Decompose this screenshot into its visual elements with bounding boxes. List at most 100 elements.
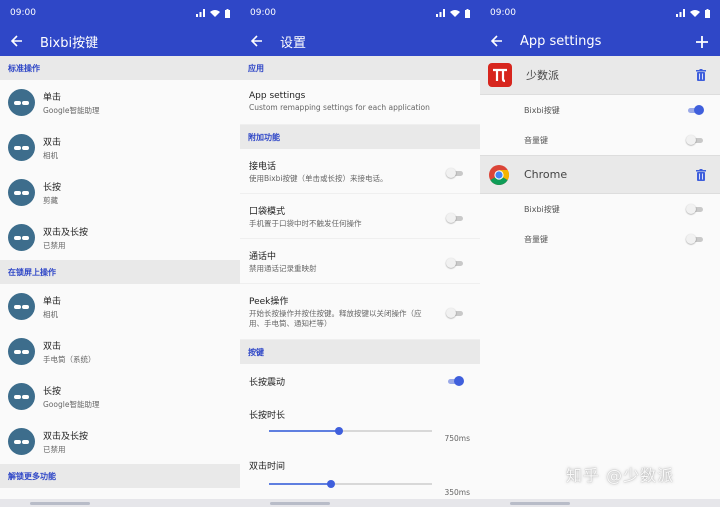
volume-key-toggle[interactable] xyxy=(686,135,704,145)
action-texts: 双击 相机 xyxy=(43,135,61,161)
section-header-standard: 标准操作 xyxy=(0,56,240,80)
status-icons xyxy=(196,8,230,18)
action-avatar-icon xyxy=(8,134,35,161)
long-press-time-value: 750ms xyxy=(444,434,470,443)
nav-handle[interactable] xyxy=(510,502,570,505)
extra-setting-item[interactable]: Peek操作开始长按操作并按住按键。释放按键以关闭操作（应用、手电筒、通知栏等） xyxy=(240,284,480,340)
long-press-vibrate-toggle[interactable] xyxy=(446,376,464,386)
status-time: 09:00 xyxy=(10,8,36,18)
action-subtitle: Google智能助理 xyxy=(43,399,100,409)
slider-thumb[interactable] xyxy=(326,480,335,488)
action-item[interactable]: 单击 Google智能助理 xyxy=(0,80,240,125)
action-title: 双击及长按 xyxy=(43,431,89,442)
section-header-extra: 附加功能 xyxy=(240,125,480,149)
page-title: App settings xyxy=(520,33,602,49)
double-click-time-value: 350ms xyxy=(444,488,470,497)
network-icon xyxy=(196,9,205,17)
extra-setting-item[interactable]: 通话中禁用通话记录重映射 xyxy=(240,239,480,284)
bixbi-toggle[interactable] xyxy=(686,105,704,115)
add-app-button[interactable] xyxy=(692,32,712,50)
bixbi-key-panel: 09:00 Bixbi按键 标准操作 单击 Google智能助理 双击 相机 长按 剪藏双… xyxy=(0,0,240,507)
back-button[interactable] xyxy=(488,32,506,50)
action-texts: 单击 Google智能助理 xyxy=(43,90,99,116)
long-press-time-item: 长按时长 750ms xyxy=(240,396,480,448)
trash-icon[interactable] xyxy=(696,69,706,81)
extra-setting-title: 口袋模式 xyxy=(249,207,286,217)
back-button[interactable] xyxy=(8,32,26,50)
app-settings-item[interactable]: App settings Custom remapping settings f… xyxy=(240,80,480,125)
row-label: Bixbi按键 xyxy=(524,105,560,115)
navigation-bar xyxy=(0,499,720,507)
status-icons xyxy=(436,8,470,18)
action-avatar-icon xyxy=(8,383,35,410)
action-item[interactable]: 双击 相机 xyxy=(0,125,240,170)
action-item[interactable]: 双击及长按 已禁用 xyxy=(0,215,240,260)
battery-icon xyxy=(465,8,470,18)
extra-setting-subtitle: 开始长按操作并按住按键。释放按键以关闭操作（应用、手电筒、通知栏等） xyxy=(249,309,422,328)
status-bar: 09:00 xyxy=(0,0,240,26)
action-texts: 双击及长按 已禁用 xyxy=(43,225,88,251)
battery-icon xyxy=(705,8,710,18)
extra-setting-toggle[interactable] xyxy=(446,212,464,223)
arrow-left-icon xyxy=(11,35,22,47)
section-header-unlock-more: 解锁更多功能 xyxy=(0,464,240,488)
nav-handle[interactable] xyxy=(270,502,330,505)
app-row-bixbi[interactable]: Bixbi按键 xyxy=(480,194,720,224)
extra-setting-title: 通话中 xyxy=(249,252,277,262)
extra-setting-toggle[interactable] xyxy=(446,167,464,178)
action-subtitle: 手电筒（系统） xyxy=(43,354,96,364)
app-row-volume[interactable]: 音量键 xyxy=(480,224,720,254)
action-item[interactable]: 双击 手电筒（系统） xyxy=(0,329,240,374)
app-header-sspai[interactable]: 少数派 xyxy=(480,56,720,95)
wifi-icon xyxy=(690,10,700,17)
extra-setting-subtitle: 禁用通话记录重映射 xyxy=(249,264,317,273)
wifi-icon xyxy=(210,10,220,17)
app-name: 少数派 xyxy=(526,69,559,82)
nav-handle[interactable] xyxy=(30,502,90,505)
long-press-time-title: 长按时长 xyxy=(249,411,286,421)
back-button[interactable] xyxy=(248,32,266,50)
extra-setting-item[interactable]: 口袋模式 手机置于口袋中时不触发任何操作 xyxy=(240,194,480,239)
extra-setting-item[interactable]: 接电话使用Bixbi按键（单击或长按）来接电话。 xyxy=(240,149,480,194)
extra-setting-subtitle: 使用Bixbi按键（单击或长按）来接电话。 xyxy=(249,174,388,183)
action-subtitle: Google智能助理 xyxy=(43,105,100,115)
page-title: 设置 xyxy=(280,35,307,51)
action-title: 双击 xyxy=(43,137,62,148)
double-click-time-item: 双击时间 350ms xyxy=(240,448,480,498)
status-icons xyxy=(676,8,710,18)
app-settings-title: App settings xyxy=(249,91,306,101)
action-item[interactable]: 长按 Google智能助理 xyxy=(0,374,240,419)
extra-setting-title: 接电话 xyxy=(249,162,277,172)
app-row-bixbi[interactable]: Bixbi按键 xyxy=(480,95,720,125)
row-label: Bixbi按键 xyxy=(524,204,560,214)
action-title: 双击及长按 xyxy=(43,227,89,238)
volume-key-toggle[interactable] xyxy=(686,234,704,244)
long-press-time-slider[interactable] xyxy=(269,427,432,435)
section-header-keys: 按键 xyxy=(240,340,480,364)
bixbi-toggle[interactable] xyxy=(686,204,704,214)
app-settings-panel: 09:00 App settings 少数派 Bixbi按键 音量键 Chrom… xyxy=(480,0,720,507)
slider-thumb[interactable] xyxy=(335,427,344,435)
chrome-logo-icon xyxy=(489,164,509,185)
action-item[interactable]: 双击及长按 已禁用 xyxy=(0,419,240,464)
extra-setting-toggle[interactable] xyxy=(446,257,464,268)
app-header-chrome[interactable]: Chrome xyxy=(480,155,720,194)
app-bar: Bixbi按键 xyxy=(0,26,240,56)
double-click-time-slider[interactable] xyxy=(269,480,432,488)
settings-panel: 09:00 设置 应用 App settings Custom remappin… xyxy=(240,0,480,507)
page-title: Bixbi按键 xyxy=(40,35,99,51)
extra-setting-toggle[interactable] xyxy=(446,308,464,318)
action-item[interactable]: 长按 剪藏 xyxy=(0,170,240,215)
action-title: 单击 xyxy=(43,296,62,307)
extra-setting-title: Peek操作 xyxy=(249,297,289,307)
action-texts: 单击 相机 xyxy=(43,294,61,320)
trash-icon[interactable] xyxy=(696,169,706,181)
action-subtitle: 剪藏 xyxy=(43,195,58,205)
action-title: 单击 xyxy=(43,92,62,103)
app-row-volume[interactable]: 音量键 xyxy=(480,125,720,155)
action-item[interactable]: 单击 相机 xyxy=(0,284,240,329)
action-subtitle: 相机 xyxy=(43,309,58,319)
long-press-vibrate-item[interactable]: 长按震动 xyxy=(240,364,480,396)
status-time: 09:00 xyxy=(250,8,276,18)
plus-icon xyxy=(696,36,708,48)
